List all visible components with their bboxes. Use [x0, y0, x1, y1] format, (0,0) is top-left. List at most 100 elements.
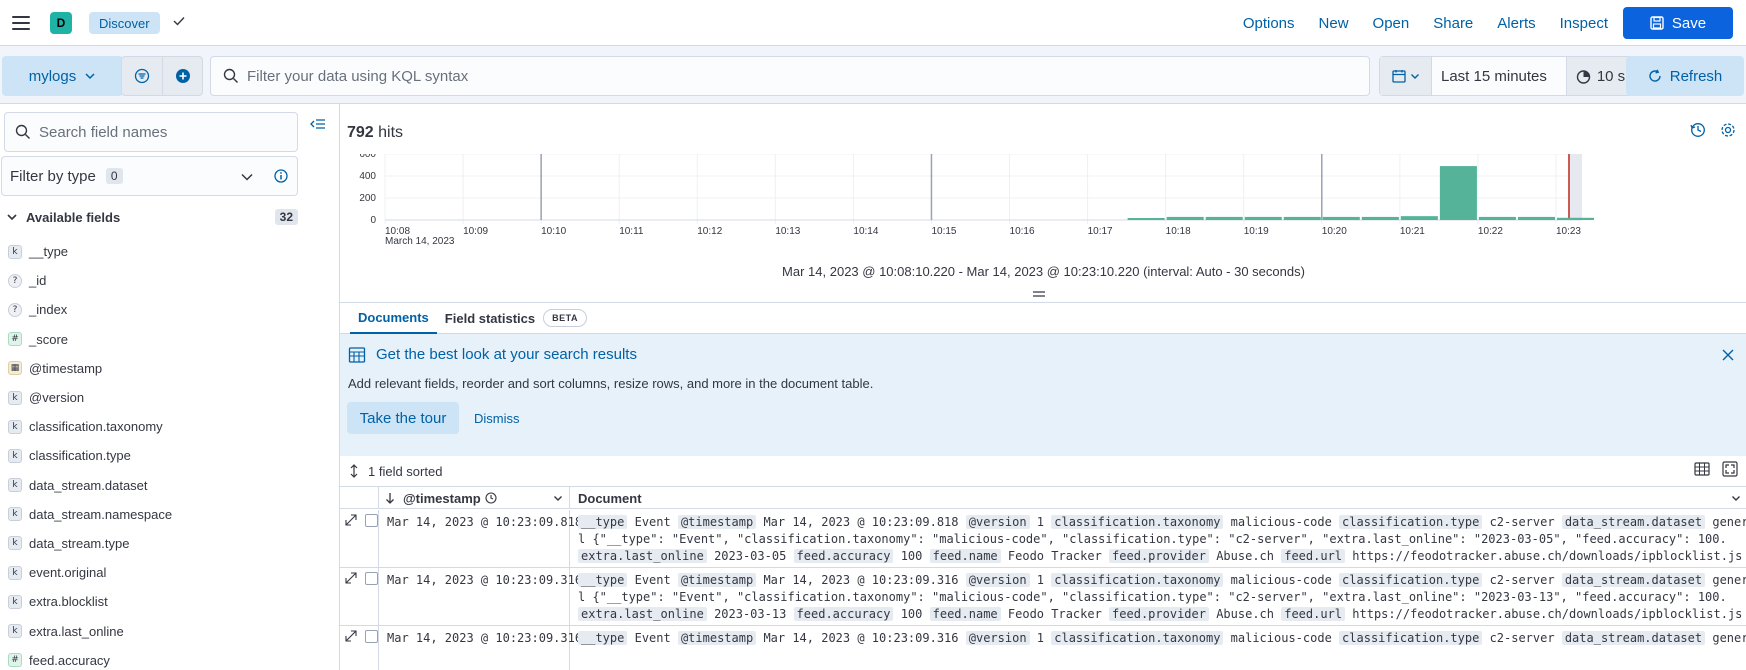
- doc-field-value: Mar 14, 2023 @ 10:23:09.316: [763, 631, 959, 645]
- x-tick-label: 10:21: [1400, 226, 1425, 237]
- chevron-down-icon[interactable]: [553, 493, 563, 503]
- doc-field-key: data_stream.dataset: [1561, 573, 1706, 587]
- field-item[interactable]: k classification.taxonomy: [8, 412, 298, 441]
- doc-field-key: feed.provider: [1109, 549, 1209, 563]
- fullscreen-icon[interactable]: [1722, 461, 1738, 477]
- time-range-label[interactable]: Last 15 minutes: [1432, 68, 1566, 85]
- new-link[interactable]: New: [1307, 15, 1361, 32]
- field-type-token-icon: k: [8, 536, 22, 551]
- save-button[interactable]: Save: [1623, 7, 1733, 39]
- doc-field-key: classification.taxonomy: [1051, 515, 1224, 529]
- breadcrumb-discover[interactable]: Discover: [89, 12, 160, 34]
- row-checkbox[interactable]: [365, 572, 378, 585]
- filter-menu-button[interactable]: [122, 57, 162, 95]
- doc-field-value: 2023-03-13: [714, 607, 787, 621]
- share-link[interactable]: Share: [1421, 15, 1485, 32]
- sort-down-icon: [386, 493, 394, 504]
- open-link[interactable]: Open: [1361, 15, 1422, 32]
- doc-field-key: classification.type: [1339, 631, 1483, 645]
- field-name: _id: [29, 273, 47, 289]
- refresh-button[interactable]: Refresh: [1626, 56, 1744, 96]
- data-view-picker[interactable]: mylogs: [2, 56, 123, 96]
- tab-field-statistics-label: Field statistics: [444, 310, 536, 326]
- beta-badge: BETA: [543, 309, 587, 327]
- available-fields-label: Available fields: [26, 209, 121, 225]
- field-item[interactable]: k event.original: [8, 558, 298, 587]
- column-header-timestamp[interactable]: @timestamp: [379, 487, 570, 509]
- close-icon[interactable]: [1721, 348, 1735, 362]
- row-density-icon[interactable]: [1694, 461, 1710, 477]
- x-tick-label: 10:23: [1556, 226, 1581, 237]
- grid-control-header: [340, 487, 379, 509]
- field-item[interactable]: k @version: [8, 383, 298, 412]
- field-item[interactable]: # _score: [8, 325, 298, 354]
- inspect-link[interactable]: Inspect: [1548, 15, 1620, 32]
- field-search-input[interactable]: [31, 113, 297, 151]
- histogram-grid: [384, 154, 1582, 224]
- field-item[interactable]: k __type: [8, 237, 298, 266]
- kql-search-input[interactable]: [239, 57, 1369, 95]
- field-type-token-icon: #: [8, 332, 22, 347]
- field-list: k __type? _id ? _index # _score ▦ @timestamp k @ve…: [8, 237, 298, 670]
- table-row[interactable]: Mar 14, 2023 @ 10:23:09.316 __type Event …: [340, 626, 1746, 670]
- field-item[interactable]: # feed.accuracy: [8, 646, 298, 670]
- field-item[interactable]: k classification.type: [8, 441, 298, 470]
- search-icon: [15, 124, 30, 139]
- hits-counter: 792 hits: [347, 124, 403, 142]
- add-filter-button[interactable]: [162, 57, 202, 95]
- field-item[interactable]: ? _index: [8, 295, 298, 324]
- expand-icon[interactable]: [345, 630, 357, 642]
- doc-field-key: classification.taxonomy: [1051, 573, 1224, 587]
- doc-field-value: malicious-code: [1230, 631, 1332, 645]
- field-item[interactable]: k data_stream.dataset: [8, 471, 298, 500]
- space-avatar[interactable]: D: [50, 12, 72, 34]
- field-item[interactable]: k data_stream.namespace: [8, 500, 298, 529]
- auto-refresh-button[interactable]: 10 s: [1566, 57, 1634, 95]
- field-name: feed.accuracy: [29, 652, 110, 668]
- alerts-link[interactable]: Alerts: [1485, 15, 1547, 32]
- field-item[interactable]: k extra.blocklist: [8, 587, 298, 616]
- field-item[interactable]: k data_stream.type: [8, 529, 298, 558]
- field-info-button[interactable]: [264, 156, 298, 196]
- collapse-sidebar-icon[interactable]: [310, 116, 326, 132]
- refresh-interval: 10 s: [1596, 67, 1626, 85]
- tab-field-statistics[interactable]: Field statistics BETA: [437, 303, 595, 334]
- grid-tools: [1694, 461, 1738, 477]
- field-name: extra.last_online: [29, 623, 124, 639]
- calendar-icon: [1391, 70, 1406, 83]
- sort-indicator[interactable]: 1 field sorted: [340, 456, 1746, 486]
- expand-icon[interactable]: [345, 514, 357, 526]
- timestamp-value: Mar 14, 2023 @ 10:23:09.316: [387, 573, 583, 587]
- resize-handle-icon[interactable]: [1033, 290, 1045, 298]
- chevron-down-icon[interactable]: [1731, 493, 1741, 503]
- row-checkbox[interactable]: [365, 630, 378, 643]
- document-line: l {"__type": "Event", "classification.ta…: [578, 590, 1727, 604]
- options-link[interactable]: Options: [1231, 15, 1307, 32]
- gear-icon[interactable]: [1720, 122, 1736, 138]
- chart-history-icon[interactable]: [1690, 122, 1706, 138]
- row-checkbox[interactable]: [365, 514, 378, 527]
- dismiss-button[interactable]: Dismiss: [466, 402, 528, 434]
- kql-search-box: [210, 56, 1370, 96]
- doc-field-value: 1: [1036, 573, 1045, 587]
- field-type-token-icon: ?: [8, 273, 22, 288]
- filter-by-type-button[interactable]: Filter by type 0: [1, 156, 265, 196]
- table-row[interactable]: Mar 14, 2023 @ 10:23:09.818 __type Event …: [340, 510, 1746, 568]
- tour-callout: Get the best look at your search results…: [340, 334, 1746, 456]
- field-item[interactable]: ▦ @timestamp: [8, 354, 298, 383]
- doc-field-value: Feodo Tracker: [1007, 549, 1102, 563]
- field-item[interactable]: k extra.last_online: [8, 616, 298, 645]
- quick-date-menu-button[interactable]: [1380, 57, 1432, 95]
- menu-icon[interactable]: [10, 12, 32, 34]
- doc-field-value: c2-server: [1489, 573, 1555, 587]
- future-shade: [1568, 154, 1582, 220]
- available-fields-header[interactable]: Available fields 32: [6, 206, 298, 228]
- histogram-bar: [1166, 216, 1204, 220]
- doc-field-value: 1: [1036, 631, 1045, 645]
- take-tour-button[interactable]: Take the tour: [347, 402, 459, 434]
- tab-documents[interactable]: Documents: [350, 303, 437, 334]
- table-row[interactable]: Mar 14, 2023 @ 10:23:09.316 __type Event …: [340, 568, 1746, 626]
- field-item[interactable]: ? _id: [8, 266, 298, 295]
- column-header-document[interactable]: Document: [570, 487, 1746, 509]
- expand-icon[interactable]: [345, 572, 357, 584]
